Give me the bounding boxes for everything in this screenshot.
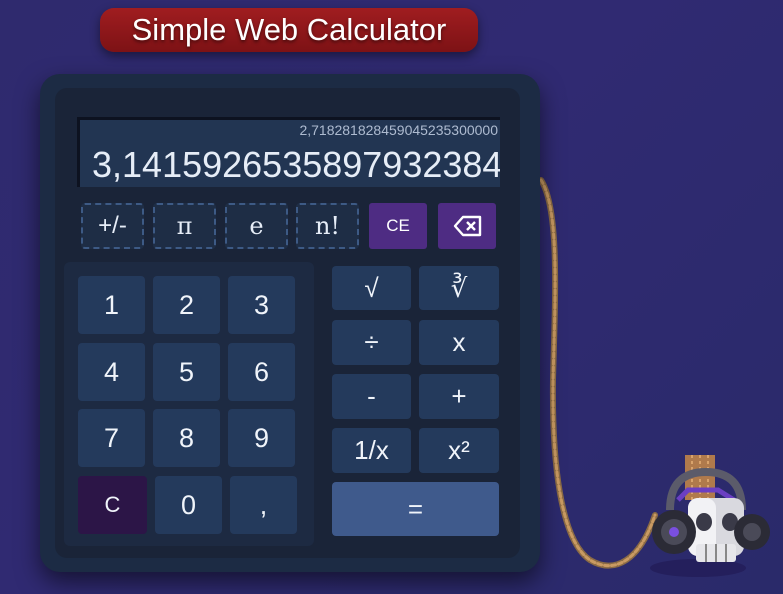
previous-value: 2,718281828459045235300000	[299, 122, 498, 138]
decimal-comma-button[interactable]: ,	[230, 476, 297, 534]
key-1[interactable]: 1	[78, 276, 145, 334]
backspace-button[interactable]	[438, 203, 496, 249]
current-value: 3,14159265358979323846	[92, 144, 500, 185]
backspace-icon	[453, 215, 482, 237]
reciprocal-button[interactable]: 1/x	[332, 428, 411, 473]
sign-toggle-button[interactable]: +/-	[81, 203, 144, 249]
cbrt-button[interactable]: ∛	[419, 266, 499, 310]
sqrt-button[interactable]: √	[332, 266, 411, 310]
divide-button[interactable]: ÷	[332, 320, 411, 365]
e-button[interactable]: e	[225, 203, 288, 249]
key-8[interactable]: 8	[153, 409, 220, 467]
clear-button[interactable]: C	[78, 476, 147, 534]
key-5[interactable]: 5	[153, 343, 220, 401]
key-9[interactable]: 9	[228, 409, 295, 467]
key-4[interactable]: 4	[78, 343, 145, 401]
key-2[interactable]: 2	[153, 276, 220, 334]
subtract-button[interactable]: -	[332, 374, 411, 419]
app-title: Simple Web Calculator	[100, 8, 478, 52]
key-0[interactable]: 0	[155, 476, 222, 534]
square-button[interactable]: x²	[419, 428, 499, 473]
factorial-button[interactable]: n!	[296, 203, 359, 249]
equals-button[interactable]: =	[332, 482, 499, 536]
skull-robot-icon	[650, 455, 770, 577]
add-button[interactable]: +	[419, 374, 499, 419]
key-3[interactable]: 3	[228, 276, 295, 334]
display-panel: 2,718281828459045235300000 3,14159265358…	[77, 117, 500, 187]
key-6[interactable]: 6	[228, 343, 295, 401]
multiply-button[interactable]: x	[419, 320, 499, 365]
pi-button[interactable]: π	[153, 203, 216, 249]
key-7[interactable]: 7	[78, 409, 145, 467]
clear-entry-button[interactable]: CE	[369, 203, 427, 249]
